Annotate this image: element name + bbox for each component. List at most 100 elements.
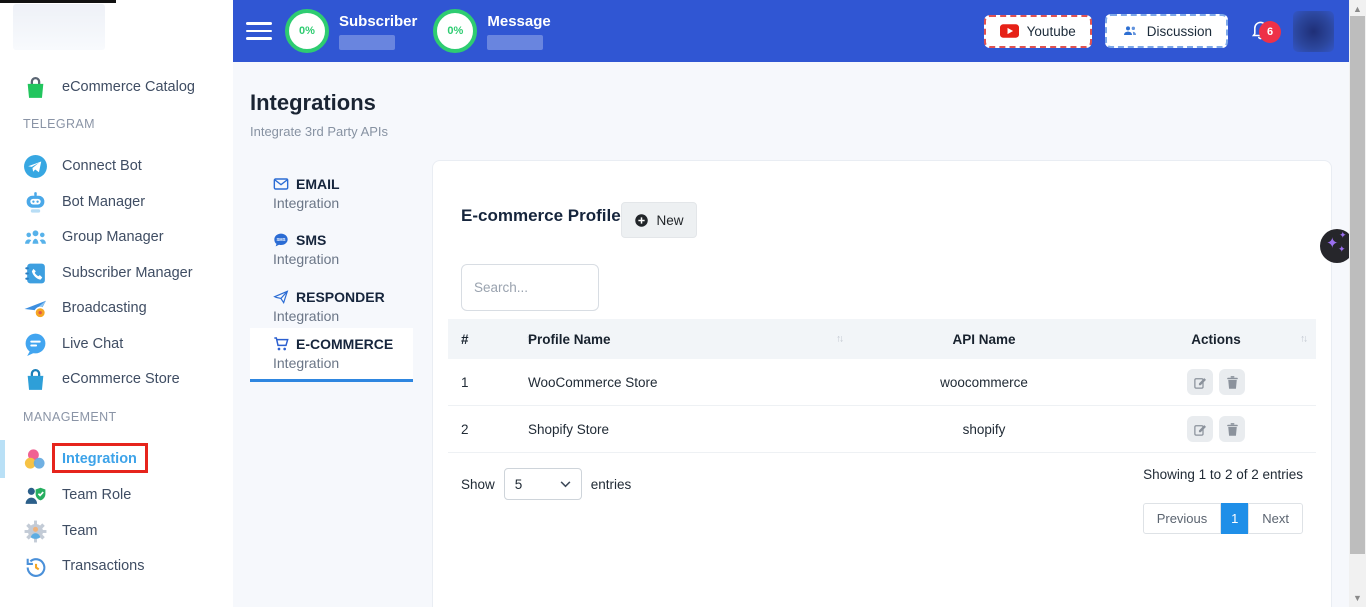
sidebar-item-ecommerce-store[interactable]: eCommerce Store	[23, 364, 180, 394]
chevron-down-icon	[560, 481, 571, 488]
tab-responder-integration[interactable]: RESPONDER Integration	[250, 281, 413, 332]
profiles-table: #↑↓ Profile Name↑↓ API Name Actions↑↓ 1 …	[448, 319, 1316, 453]
showing-entries-text: Showing 1 to 2 of 2 entries	[1143, 467, 1303, 482]
tab-email-integration[interactable]: EMAIL Integration	[250, 168, 413, 219]
table-header-row: #↑↓ Profile Name↑↓ API Name Actions↑↓	[448, 319, 1316, 359]
sort-icon[interactable]: ↑↓	[836, 334, 842, 345]
shopping-bag-blue-icon	[23, 367, 48, 392]
panel-heading: E-commerce Profile	[461, 206, 621, 226]
sidebar-item-transactions[interactable]: Transactions	[23, 551, 144, 581]
message-progress-widget: 0% Message	[433, 9, 550, 53]
show-label: Show	[461, 477, 495, 492]
column-header-api-name[interactable]: API Name	[852, 332, 1116, 347]
plus-circle-icon	[634, 213, 649, 228]
cart-icon	[273, 336, 289, 352]
tab-sub: Integration	[273, 195, 413, 211]
message-percent: 0%	[447, 25, 463, 37]
edit-button[interactable]	[1187, 369, 1213, 395]
subscriber-label: Subscriber	[339, 13, 417, 30]
active-item-indicator	[0, 440, 5, 478]
edit-icon	[1193, 375, 1208, 390]
contact-book-icon	[23, 261, 48, 286]
sidebar-item-team[interactable]: Team	[23, 516, 97, 546]
sidebar-item-group-manager[interactable]: Group Manager	[23, 222, 164, 252]
message-label: Message	[487, 13, 550, 30]
next-page-button[interactable]: Next	[1248, 503, 1303, 534]
scrollbar-thumb[interactable]	[1350, 16, 1365, 554]
page-size-select[interactable]: 5	[504, 468, 582, 500]
cell-profile-name: WooCommerce Store	[528, 375, 852, 390]
sidebar-item-broadcasting[interactable]: Broadcasting	[23, 293, 147, 323]
column-header-profile-name[interactable]: Profile Name↑↓	[528, 332, 852, 347]
clock-refresh-icon	[23, 554, 48, 579]
delete-button[interactable]	[1219, 369, 1245, 395]
subscriber-value-redacted	[339, 35, 395, 50]
sparkle-icon: ✦	[1339, 230, 1347, 241]
sort-icon[interactable]: ↑↓	[1300, 334, 1306, 345]
youtube-icon	[1000, 24, 1019, 38]
scroll-down-icon[interactable]: ▼	[1349, 591, 1366, 605]
person-shield-icon	[23, 483, 48, 508]
sidebar-item-subscriber-manager[interactable]: Subscriber Manager	[23, 258, 193, 288]
shopping-bag-green-icon	[23, 75, 48, 100]
app-logo[interactable]	[13, 4, 105, 50]
sidebar-item-connect-bot[interactable]: Connect Bot	[23, 151, 142, 181]
tab-sub: Integration	[273, 251, 413, 267]
column-header-actions[interactable]: Actions↑↓	[1116, 332, 1316, 347]
sidebar-item-label: Transactions	[62, 558, 144, 574]
window-edge-strip	[0, 0, 116, 3]
discussion-button[interactable]: Discussion	[1105, 14, 1228, 48]
page-size-control: Show 5 entries	[461, 468, 631, 500]
vertical-scrollbar[interactable]: ▲ ▼	[1349, 0, 1366, 607]
topbar: 0% Subscriber 0% Message Youtube Discuss…	[233, 0, 1349, 62]
sidebar-item-label: Live Chat	[62, 336, 123, 352]
new-profile-button[interactable]: New	[621, 202, 697, 238]
sidebar-item-label: eCommerce Catalog	[62, 79, 195, 95]
cell-num: 1	[448, 375, 528, 390]
sidebar-item-live-chat[interactable]: Live Chat	[23, 329, 123, 359]
sidebar-item-team-role[interactable]: Team Role	[23, 480, 131, 510]
message-value-redacted	[487, 35, 543, 50]
delete-button[interactable]	[1219, 416, 1245, 442]
sidebar-section-telegram: TELEGRAM	[23, 117, 95, 131]
current-page-button[interactable]: 1	[1221, 503, 1248, 534]
edit-icon	[1193, 422, 1208, 437]
discussion-button-label: Discussion	[1147, 24, 1212, 39]
sidebar-item-ecommerce-catalog[interactable]: eCommerce Catalog	[23, 72, 195, 102]
sidebar-item-label: Broadcasting	[62, 300, 147, 316]
telegram-plane-icon	[23, 154, 48, 179]
sidebar-item-bot-manager[interactable]: Bot Manager	[23, 187, 145, 217]
cell-num: 2	[448, 422, 528, 437]
cell-api-name: woocommerce	[852, 375, 1116, 390]
youtube-button[interactable]: Youtube	[984, 15, 1092, 48]
column-header-num[interactable]: #↑↓	[448, 332, 528, 347]
envelope-icon	[273, 176, 289, 192]
subscriber-progress-circle: 0%	[285, 9, 329, 53]
discussion-users-icon	[1121, 23, 1139, 39]
page-size-value: 5	[515, 477, 523, 492]
edit-button[interactable]	[1187, 416, 1213, 442]
search-input[interactable]	[461, 264, 599, 311]
new-button-label: New	[656, 213, 683, 228]
notifications-button[interactable]: 6	[1250, 17, 1271, 45]
cell-api-name: shopify	[852, 422, 1116, 437]
page-subtitle: Integrate 3rd Party APIs	[250, 124, 388, 139]
user-avatar[interactable]	[1293, 11, 1334, 52]
youtube-button-label: Youtube	[1027, 24, 1076, 39]
sidebar-item-label: Group Manager	[62, 229, 164, 245]
tab-sub: Integration	[273, 355, 413, 371]
table-row: 1 WooCommerce Store woocommerce	[448, 359, 1316, 406]
sidebar-item-label: Subscriber Manager	[62, 265, 193, 281]
trash-icon	[1225, 422, 1240, 437]
tab-ecommerce-integration[interactable]: E-COMMERCE Integration	[250, 328, 413, 382]
previous-page-button[interactable]: Previous	[1143, 503, 1222, 534]
tab-name: RESPONDER	[296, 289, 385, 305]
sparkle-icon: ✦	[1326, 234, 1339, 252]
sidebar-item-label: Team	[62, 523, 97, 539]
tab-sms-integration[interactable]: SMS SMS Integration	[250, 224, 413, 275]
hamburger-menu-icon[interactable]	[246, 22, 272, 40]
sidebar-section-management: MANAGEMENT	[23, 410, 117, 424]
sparkle-icon: ✦	[1338, 244, 1346, 255]
scroll-up-icon[interactable]: ▲	[1349, 2, 1366, 16]
people-group-icon	[23, 225, 48, 250]
